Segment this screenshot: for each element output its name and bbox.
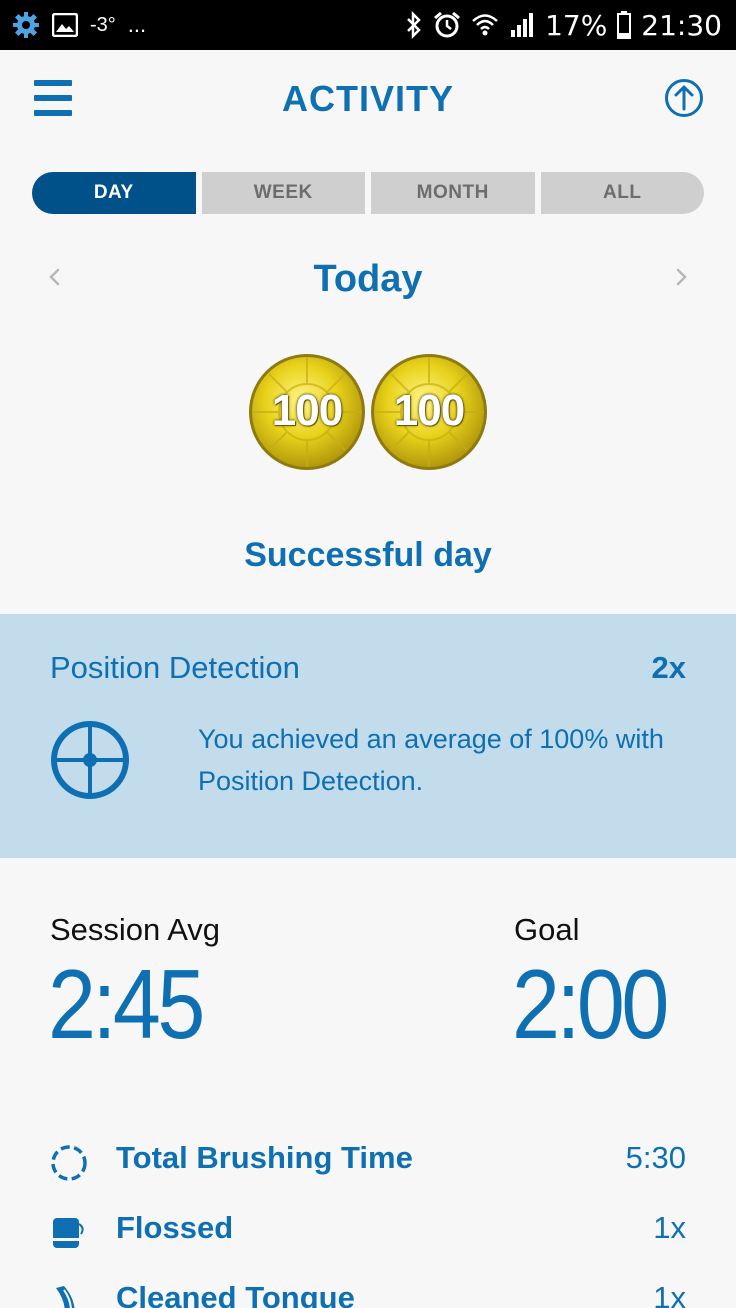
session-avg-label: Session Avg xyxy=(50,912,221,947)
summary-row-label: Cleaned Tongue xyxy=(116,1280,355,1308)
position-detection-message: You achieved an average of 100% with Pos… xyxy=(198,724,664,796)
temperature-text: -3° xyxy=(90,13,116,36)
bluetooth-icon xyxy=(407,11,421,39)
session-avg-value: 2:45 xyxy=(48,949,205,1059)
period-tabs: DAY WEEK MONTH ALL xyxy=(32,172,704,214)
tab-month[interactable]: MONTH xyxy=(371,172,535,214)
more-notifications-text: ... xyxy=(127,12,147,37)
summary-row-label: Flossed xyxy=(116,1210,234,1245)
dashed-circle-timer-icon xyxy=(51,1145,87,1181)
upload-arrow-icon[interactable] xyxy=(664,78,704,118)
settings-gear-icon xyxy=(13,12,39,38)
tab-week[interactable]: WEEK xyxy=(201,172,365,214)
day-status-text: Successful day xyxy=(244,536,492,574)
score-medal: 100 xyxy=(247,350,367,474)
tab-day[interactable]: DAY xyxy=(32,172,196,214)
summary-row-flossed[interactable]: Flossed 1x xyxy=(0,1200,736,1260)
medal-score-text: 100 xyxy=(271,386,343,435)
image-icon xyxy=(52,13,78,37)
tab-all[interactable]: ALL xyxy=(540,172,704,214)
chevron-right-icon[interactable] xyxy=(666,262,696,292)
summary-row-label: Total Brushing Time xyxy=(116,1140,413,1175)
target-crosshair-icon xyxy=(51,721,129,799)
date-navigation: Today xyxy=(0,250,736,310)
alarm-icon xyxy=(434,11,461,38)
summary-row-total-time[interactable]: Total Brushing Time 5:30 xyxy=(0,1130,736,1190)
clock-text: 21:30 xyxy=(641,8,722,42)
position-detection-title: Position Detection xyxy=(50,650,300,685)
summary-row-value: 1x xyxy=(653,1280,686,1308)
position-detection-count: 2x xyxy=(651,650,686,685)
signal-icon xyxy=(511,13,534,37)
activity-screen: -3° ... 17% 21:30 ACTIVITY DAY WEEK MONT… xyxy=(0,0,736,1308)
status-bar: -3° ... 17% 21:30 xyxy=(0,0,736,50)
medal-row: 100 100 xyxy=(0,350,736,478)
page-title: ACTIVITY xyxy=(281,78,454,119)
goal-label: Goal xyxy=(514,912,580,947)
medal-score-text: 100 xyxy=(393,386,465,435)
tongue-scraper-icon xyxy=(56,1286,75,1308)
goal-value: 2:00 xyxy=(512,949,669,1059)
floss-icon xyxy=(53,1218,84,1248)
position-detection-panel[interactable]: Position Detection 2x You achieved an av… xyxy=(0,614,736,858)
summary-row-tongue[interactable]: Cleaned Tongue 1x xyxy=(0,1270,736,1308)
battery-icon xyxy=(617,11,632,39)
wifi-icon xyxy=(472,14,498,36)
battery-percent-text: 17% xyxy=(545,8,608,42)
app-bar: ACTIVITY xyxy=(0,50,736,150)
date-label: Today xyxy=(313,258,423,300)
summary-row-value: 1x xyxy=(653,1210,686,1245)
summary-row-value: 5:30 xyxy=(625,1140,686,1175)
score-medal: 100 xyxy=(369,350,489,474)
